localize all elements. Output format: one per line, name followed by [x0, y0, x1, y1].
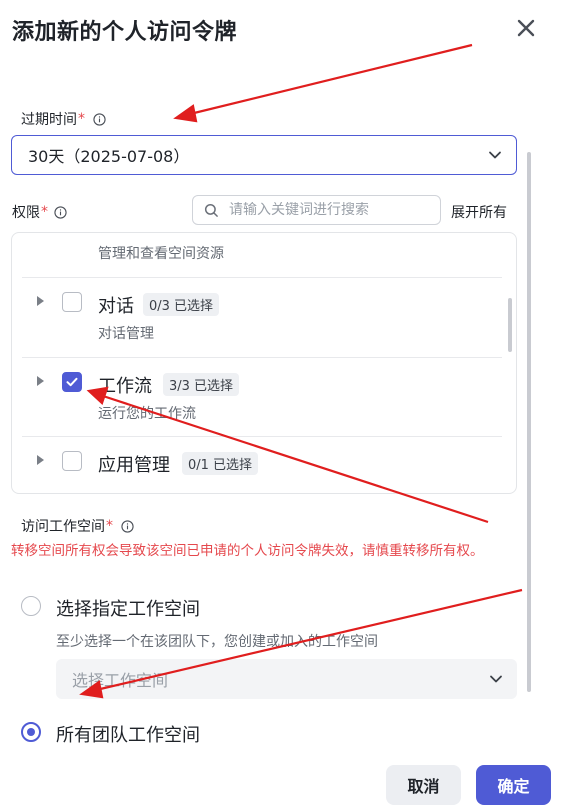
expiration-label: 过期时间 *	[21, 109, 106, 129]
permission-list-scrollbar[interactable]	[508, 298, 512, 352]
check-icon	[66, 377, 78, 387]
permission-name: 对话	[98, 296, 134, 317]
info-icon	[54, 205, 67, 219]
dialog-title: 添加新的个人访问令牌	[12, 20, 238, 45]
radio-all-workspaces[interactable]	[21, 722, 41, 742]
annotation-arrowhead	[173, 104, 198, 123]
option-all-label[interactable]: 所有团队工作空间	[56, 721, 200, 747]
divider	[22, 436, 502, 437]
transfer-warning: 转移空间所有权会导致该空间已申请的个人访问令牌失效，请慎重转移所有权。	[11, 543, 484, 559]
close-icon[interactable]	[514, 16, 538, 40]
option-specific-hint: 至少选择一个在该团队下，您创建或加入的工作空间	[56, 634, 378, 650]
expiration-value: 30天（2025-07-08）	[28, 147, 190, 166]
checkbox-conversation[interactable]	[62, 292, 82, 312]
permission-description: 运行您的工作流	[98, 406, 196, 422]
info-icon	[93, 112, 106, 126]
chevron-down-icon	[489, 151, 501, 159]
search-input[interactable]	[229, 202, 429, 218]
dialog-scrollbar[interactable]	[527, 152, 531, 692]
status-badge: 0/1 已选择	[182, 452, 259, 475]
workspace-select[interactable]: 选择工作空间	[56, 659, 517, 699]
expiration-select[interactable]: 30天（2025-07-08）	[11, 135, 517, 175]
confirm-button[interactable]: 确定	[476, 765, 551, 805]
permissions-label: 权限 *	[12, 202, 67, 222]
expand-all-button[interactable]: 展开所有	[451, 202, 507, 222]
permission-list[interactable]: 管理和查看空间资源 对话 0/3 已选择 对话管理 工作流 3/3 已选择 运行…	[11, 232, 517, 494]
checkbox-app-management[interactable]	[62, 451, 82, 471]
workspace-select-placeholder: 选择工作空间	[72, 671, 169, 690]
workspace-label: 访问工作空间 *	[21, 516, 134, 536]
search-icon	[204, 203, 218, 217]
expand-caret-icon[interactable]	[37, 296, 44, 306]
expand-caret-icon[interactable]	[37, 376, 44, 386]
permission-description: 对话管理	[98, 326, 154, 342]
status-badge: 3/3 已选择	[163, 373, 240, 396]
radio-specific-workspace[interactable]	[21, 596, 41, 616]
chevron-down-icon	[490, 675, 502, 683]
option-specific-label[interactable]: 选择指定工作空间	[56, 595, 200, 621]
permission-description: 管理和查看空间资源	[98, 246, 224, 262]
divider	[22, 277, 502, 278]
info-icon	[121, 519, 134, 533]
expand-caret-icon[interactable]	[37, 455, 44, 465]
divider	[22, 357, 502, 358]
permission-search[interactable]	[192, 195, 441, 225]
cancel-button[interactable]: 取消	[386, 765, 461, 805]
permission-name: 工作流	[98, 376, 152, 397]
status-badge: 0/3 已选择	[143, 293, 220, 316]
permission-name: 应用管理	[98, 455, 170, 476]
annotation-arrow	[189, 43, 473, 116]
checkbox-workflow[interactable]	[62, 372, 82, 392]
